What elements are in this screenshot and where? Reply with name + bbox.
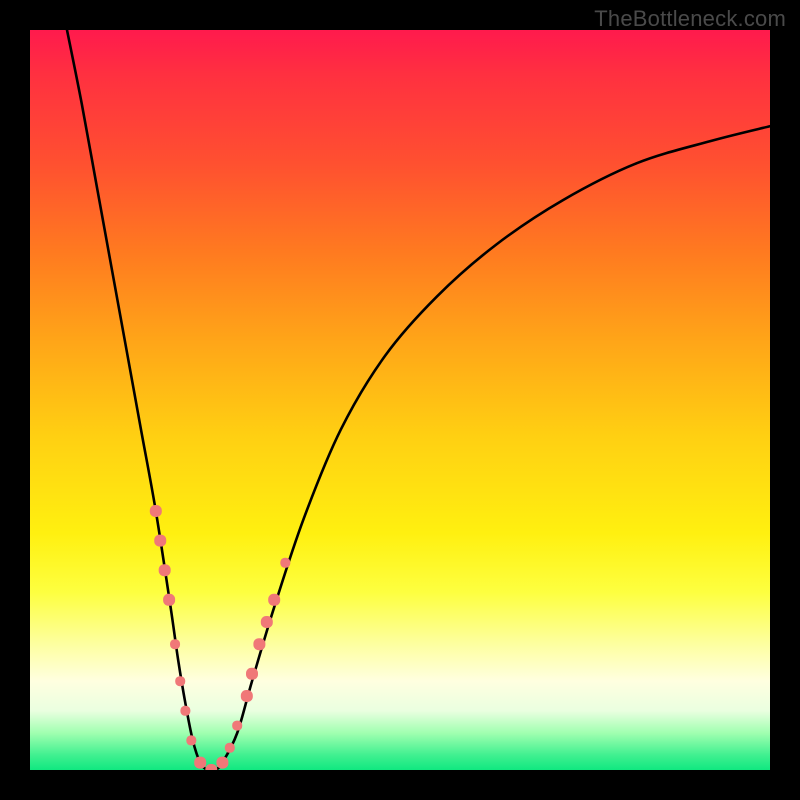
highlight-marker bbox=[280, 558, 290, 568]
highlight-marker bbox=[205, 764, 217, 770]
highlight-marker bbox=[186, 735, 196, 745]
highlight-marker bbox=[150, 505, 162, 517]
highlight-marker bbox=[253, 638, 265, 650]
highlight-marker bbox=[241, 690, 253, 702]
highlight-marker bbox=[159, 564, 171, 576]
highlight-marker bbox=[194, 757, 206, 769]
watermark-text: TheBottleneck.com bbox=[594, 6, 786, 32]
highlight-marker bbox=[154, 535, 166, 547]
highlight-marker bbox=[261, 616, 273, 628]
highlight-marker bbox=[170, 639, 180, 649]
highlight-marker bbox=[163, 594, 175, 606]
highlight-marker bbox=[232, 721, 242, 731]
highlight-marker bbox=[175, 676, 185, 686]
highlight-marker bbox=[216, 757, 228, 769]
highlight-markers bbox=[150, 505, 290, 770]
highlight-marker bbox=[246, 668, 258, 680]
bottleneck-curve bbox=[67, 30, 770, 770]
highlight-marker bbox=[225, 743, 235, 753]
plot-area bbox=[30, 30, 770, 770]
highlight-marker bbox=[180, 706, 190, 716]
highlight-marker bbox=[268, 594, 280, 606]
curve-layer bbox=[30, 30, 770, 770]
chart-frame: TheBottleneck.com bbox=[0, 0, 800, 800]
